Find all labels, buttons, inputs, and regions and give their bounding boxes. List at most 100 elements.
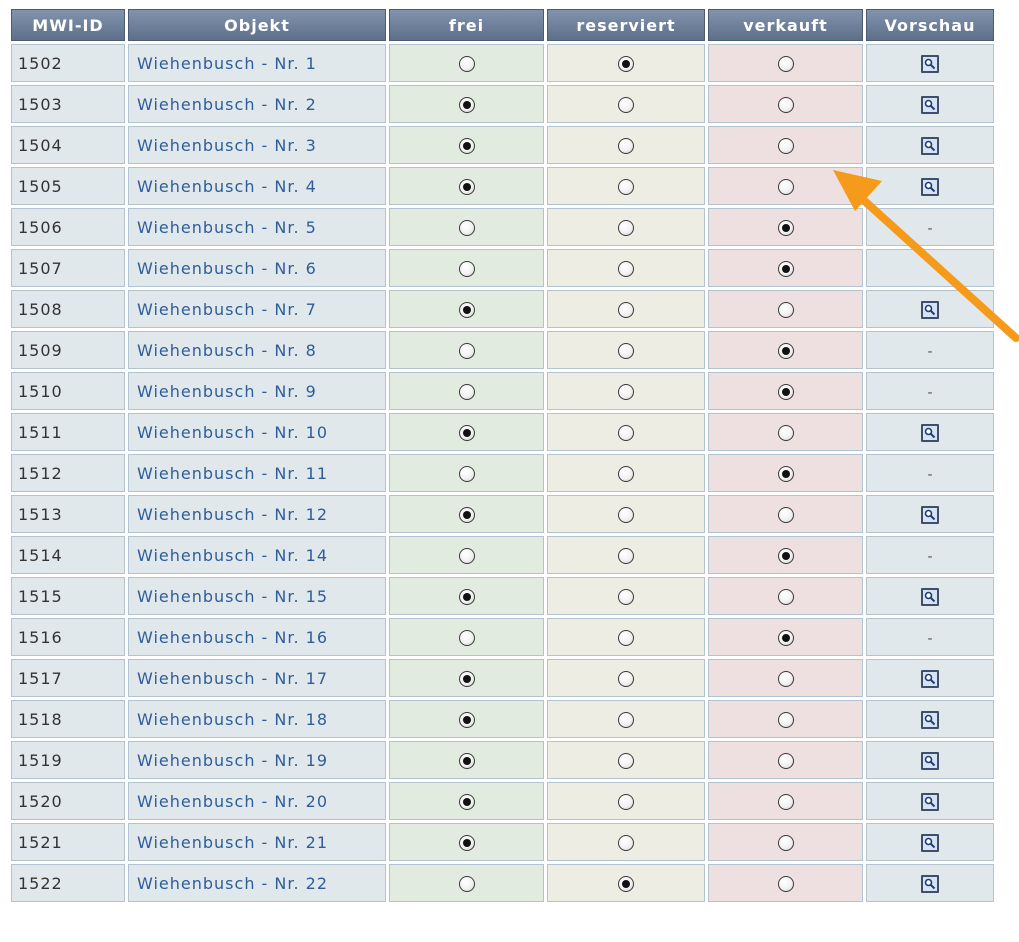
radio-verkauft[interactable] xyxy=(777,97,794,113)
radio-verkauft[interactable] xyxy=(777,56,794,72)
radio-reserviert[interactable] xyxy=(618,220,634,236)
objekt-link[interactable]: Wiehenbusch - Nr. 15 xyxy=(128,577,386,615)
radio-frei[interactable] xyxy=(458,138,475,154)
radio-verkauft[interactable] xyxy=(777,794,794,810)
radio-reserviert[interactable] xyxy=(618,179,634,195)
radio-verkauft[interactable] xyxy=(777,384,794,400)
objekt-link[interactable]: Wiehenbusch - Nr. 17 xyxy=(128,659,386,697)
radio-reserviert[interactable] xyxy=(618,712,634,728)
radio-reserviert[interactable] xyxy=(618,548,634,564)
magnifier-icon[interactable] xyxy=(921,136,939,155)
radio-verkauft[interactable] xyxy=(777,630,794,646)
radio-verkauft[interactable] xyxy=(777,220,794,236)
objekt-link[interactable]: Wiehenbusch - Nr. 14 xyxy=(128,536,386,574)
status-cell-reserviert xyxy=(547,741,705,779)
magnifier-icon[interactable] xyxy=(921,710,939,729)
magnifier-icon[interactable] xyxy=(921,833,939,852)
radio-frei[interactable] xyxy=(458,425,475,441)
radio-reserviert[interactable] xyxy=(618,835,634,851)
objekt-link[interactable]: Wiehenbusch - Nr. 16 xyxy=(128,618,386,656)
radio-reserviert[interactable] xyxy=(618,753,634,769)
radio-reserviert[interactable] xyxy=(618,261,634,277)
radio-reserviert[interactable] xyxy=(618,466,634,482)
radio-frei[interactable] xyxy=(458,384,475,400)
radio-frei[interactable] xyxy=(458,876,475,892)
radio-frei[interactable] xyxy=(458,835,475,851)
objekt-link[interactable]: Wiehenbusch - Nr. 8 xyxy=(128,331,386,369)
magnifier-icon[interactable] xyxy=(921,669,939,688)
radio-verkauft[interactable] xyxy=(777,876,794,892)
magnifier-icon[interactable] xyxy=(921,300,939,319)
radio-reserviert[interactable] xyxy=(618,56,634,72)
radio-frei[interactable] xyxy=(458,507,475,523)
radio-frei[interactable] xyxy=(458,753,475,769)
objekt-link[interactable]: Wiehenbusch - Nr. 1 xyxy=(128,44,386,82)
radio-reserviert[interactable] xyxy=(618,671,634,687)
radio-frei[interactable] xyxy=(458,56,475,72)
radio-verkauft[interactable] xyxy=(777,712,794,728)
magnifier-icon[interactable] xyxy=(921,792,939,811)
radio-frei[interactable] xyxy=(458,712,475,728)
objekt-link[interactable]: Wiehenbusch - Nr. 7 xyxy=(128,290,386,328)
radio-reserviert[interactable] xyxy=(618,794,634,810)
radio-verkauft[interactable] xyxy=(777,466,794,482)
objekt-link[interactable]: Wiehenbusch - Nr. 2 xyxy=(128,85,386,123)
radio-verkauft[interactable] xyxy=(777,302,794,318)
radio-verkauft[interactable] xyxy=(777,425,794,441)
radio-reserviert[interactable] xyxy=(618,425,634,441)
magnifier-icon[interactable] xyxy=(921,54,939,73)
objekt-link[interactable]: Wiehenbusch - Nr. 11 xyxy=(128,454,386,492)
objekt-link[interactable]: Wiehenbusch - Nr. 4 xyxy=(128,167,386,205)
radio-reserviert[interactable] xyxy=(618,876,634,892)
objekt-link[interactable]: Wiehenbusch - Nr. 5 xyxy=(128,208,386,246)
objekt-link[interactable]: Wiehenbusch - Nr. 21 xyxy=(128,823,386,861)
objekt-link[interactable]: Wiehenbusch - Nr. 18 xyxy=(128,700,386,738)
radio-frei[interactable] xyxy=(458,97,475,113)
radio-verkauft[interactable] xyxy=(777,138,794,154)
objekt-link[interactable]: Wiehenbusch - Nr. 19 xyxy=(128,741,386,779)
radio-frei[interactable] xyxy=(458,302,475,318)
magnifier-icon[interactable] xyxy=(921,751,939,770)
radio-reserviert[interactable] xyxy=(618,343,634,359)
magnifier-icon[interactable] xyxy=(921,874,939,893)
radio-frei[interactable] xyxy=(458,794,475,810)
status-cell-verkauft xyxy=(708,864,863,902)
radio-reserviert[interactable] xyxy=(618,97,634,113)
radio-reserviert[interactable] xyxy=(618,630,634,646)
radio-verkauft[interactable] xyxy=(777,179,794,195)
radio-verkauft[interactable] xyxy=(777,343,794,359)
radio-verkauft[interactable] xyxy=(777,671,794,687)
radio-frei[interactable] xyxy=(458,589,475,605)
magnifier-icon[interactable] xyxy=(921,423,939,442)
objekt-link[interactable]: Wiehenbusch - Nr. 12 xyxy=(128,495,386,533)
radio-verkauft[interactable] xyxy=(777,753,794,769)
radio-verkauft[interactable] xyxy=(777,835,794,851)
objekt-link[interactable]: Wiehenbusch - Nr. 20 xyxy=(128,782,386,820)
radio-frei[interactable] xyxy=(458,548,475,564)
radio-verkauft[interactable] xyxy=(777,589,794,605)
objekt-link[interactable]: Wiehenbusch - Nr. 10 xyxy=(128,413,386,451)
magnifier-icon[interactable] xyxy=(921,505,939,524)
radio-reserviert[interactable] xyxy=(618,384,634,400)
magnifier-icon[interactable] xyxy=(921,95,939,114)
radio-frei[interactable] xyxy=(458,466,475,482)
objekt-link[interactable]: Wiehenbusch - Nr. 3 xyxy=(128,126,386,164)
radio-verkauft[interactable] xyxy=(777,548,794,564)
objekt-link[interactable]: Wiehenbusch - Nr. 22 xyxy=(128,864,386,902)
radio-verkauft[interactable] xyxy=(777,261,794,277)
radio-frei[interactable] xyxy=(458,220,475,236)
radio-frei[interactable] xyxy=(458,630,475,646)
objekt-link[interactable]: Wiehenbusch - Nr. 9 xyxy=(128,372,386,410)
radio-frei[interactable] xyxy=(458,343,475,359)
radio-frei[interactable] xyxy=(458,261,475,277)
radio-reserviert[interactable] xyxy=(618,589,634,605)
radio-verkauft[interactable] xyxy=(777,507,794,523)
magnifier-icon[interactable] xyxy=(921,587,939,606)
radio-reserviert[interactable] xyxy=(618,302,634,318)
radio-frei[interactable] xyxy=(458,179,475,195)
radio-reserviert[interactable] xyxy=(618,507,634,523)
magnifier-icon[interactable] xyxy=(921,177,939,196)
radio-reserviert[interactable] xyxy=(618,138,634,154)
objekt-link[interactable]: Wiehenbusch - Nr. 6 xyxy=(128,249,386,287)
radio-frei[interactable] xyxy=(458,671,475,687)
